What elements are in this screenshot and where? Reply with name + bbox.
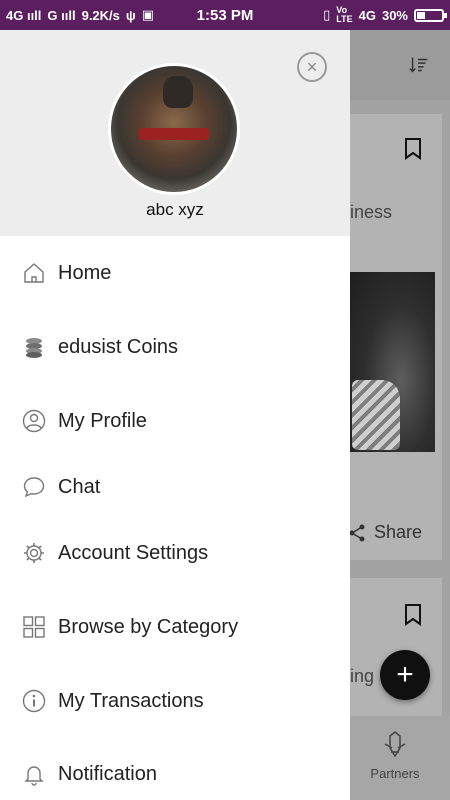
avatar[interactable]: [108, 63, 240, 195]
menu-item-label: My Profile: [58, 409, 147, 432]
add-fab-button[interactable]: +: [380, 650, 430, 700]
bookmark-icon[interactable]: [404, 138, 422, 160]
gear-icon: [22, 541, 46, 565]
vibrate-icon: ▯: [323, 7, 331, 22]
clock: 1:53 PM: [196, 6, 254, 24]
close-drawer-button[interactable]: ×: [297, 52, 327, 82]
menu-item-transactions[interactable]: My Transactions: [0, 671, 350, 731]
menu-item-label: edusist Coins: [58, 335, 179, 358]
coins-icon: [22, 335, 46, 359]
info-icon: [22, 689, 46, 713]
bookmark-icon[interactable]: [404, 604, 422, 626]
share-icon: [349, 524, 365, 541]
app-notification-icon: ▣: [141, 7, 154, 22]
network-indicator-2: G ııll: [47, 7, 76, 23]
app-bar: [350, 30, 450, 100]
profile-icon: [22, 409, 46, 433]
card-title-fragment: iness: [350, 202, 393, 222]
net-speed: 9.2K/s: [81, 7, 120, 23]
handshake-icon: [384, 731, 406, 758]
card-image-detail: [352, 380, 400, 450]
battery-percent: 30%: [381, 7, 408, 23]
menu-item-notification[interactable]: Notification: [0, 744, 350, 800]
network-indicator: 4G ııll: [6, 7, 42, 23]
menu-item-label: Browse by Category: [58, 615, 239, 638]
mobile-data-icon: 4G: [358, 7, 376, 23]
bottom-nav-partners[interactable]: Partners: [362, 730, 428, 781]
avatar-detail: [163, 76, 193, 108]
sort-icon[interactable]: [408, 54, 430, 76]
grid-icon: [22, 615, 46, 639]
menu-item-account-settings[interactable]: Account Settings: [0, 523, 350, 583]
bell-icon: [22, 762, 46, 786]
username: abc xyz: [146, 200, 204, 219]
menu-item-profile[interactable]: My Profile: [0, 391, 350, 451]
menu-item-label: My Transactions: [58, 689, 204, 712]
navigation-drawer: × abc xyz Home edusist Coins My Profile: [0, 30, 350, 800]
menu-item-browse-category[interactable]: Browse by Category: [0, 597, 350, 657]
partners-label: Partners: [370, 766, 420, 781]
card-title-fragment: ing: [350, 666, 375, 686]
usb-icon: ψ: [125, 7, 136, 23]
chat-icon: [22, 475, 46, 499]
plus-icon: +: [396, 658, 414, 691]
close-icon: ×: [306, 56, 318, 77]
menu-item-label: Chat: [58, 475, 101, 498]
status-bar: 4G ııll G ııll 9.2K/s ψ ▣ 1:53 PM ▯ Vo LT…: [0, 0, 450, 30]
share-label: Share: [374, 522, 423, 542]
avatar-detail: [139, 128, 209, 140]
menu-item-label: Account Settings: [58, 541, 209, 564]
volte-icon: Vo LTE: [336, 5, 353, 24]
battery-icon: [414, 8, 447, 22]
drawer-header: × abc xyz: [0, 30, 350, 236]
menu-item-label: Notification: [58, 762, 157, 785]
menu-item-home[interactable]: Home: [0, 243, 350, 303]
menu-item-label: Home: [58, 261, 112, 284]
menu-item-chat[interactable]: Chat: [0, 457, 350, 517]
share-button[interactable]: Share: [348, 522, 422, 543]
home-icon: [22, 261, 46, 285]
menu-item-coins[interactable]: edusist Coins: [0, 317, 350, 377]
